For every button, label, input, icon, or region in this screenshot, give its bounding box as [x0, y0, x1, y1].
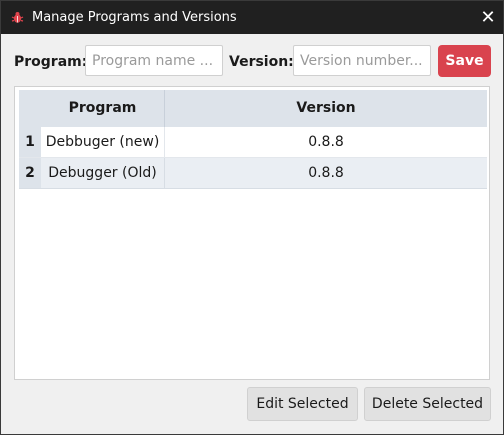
- delete-selected-button[interactable]: Delete Selected: [364, 387, 491, 421]
- cell-version[interactable]: 0.8.8: [165, 127, 487, 157]
- title-bar[interactable]: Manage Programs and Versions ✕: [1, 1, 503, 34]
- column-header-version[interactable]: Version: [165, 90, 487, 127]
- row-number: 2: [19, 158, 41, 188]
- close-icon[interactable]: ✕: [473, 1, 503, 34]
- program-name-input[interactable]: [85, 45, 223, 76]
- program-label: Program:: [14, 54, 88, 70]
- cell-version[interactable]: 0.8.8: [165, 158, 487, 188]
- cell-program[interactable]: Debbuger (new): [41, 127, 165, 157]
- bug-icon: [11, 12, 24, 23]
- column-header-program[interactable]: Program: [41, 90, 165, 127]
- table-corner-header: [19, 90, 41, 127]
- save-button[interactable]: Save: [438, 45, 491, 77]
- version-label: Version:: [229, 54, 294, 70]
- table-row[interactable]: 1 Debbuger (new) 0.8.8: [19, 127, 487, 158]
- version-number-input[interactable]: [293, 45, 431, 76]
- edit-selected-button[interactable]: Edit Selected: [247, 387, 358, 421]
- programs-table[interactable]: Program Version 1 Debbuger (new) 0.8.8 2…: [14, 86, 490, 380]
- cell-program[interactable]: Debugger (Old): [41, 158, 165, 188]
- row-number: 1: [19, 127, 41, 157]
- window-title: Manage Programs and Versions: [32, 10, 237, 25]
- dialog-window: Manage Programs and Versions ✕ Program: …: [0, 0, 504, 435]
- table-row[interactable]: 2 Debugger (Old) 0.8.8: [19, 158, 487, 189]
- dialog-content: Program: Version: Save Program Version 1…: [1, 34, 503, 434]
